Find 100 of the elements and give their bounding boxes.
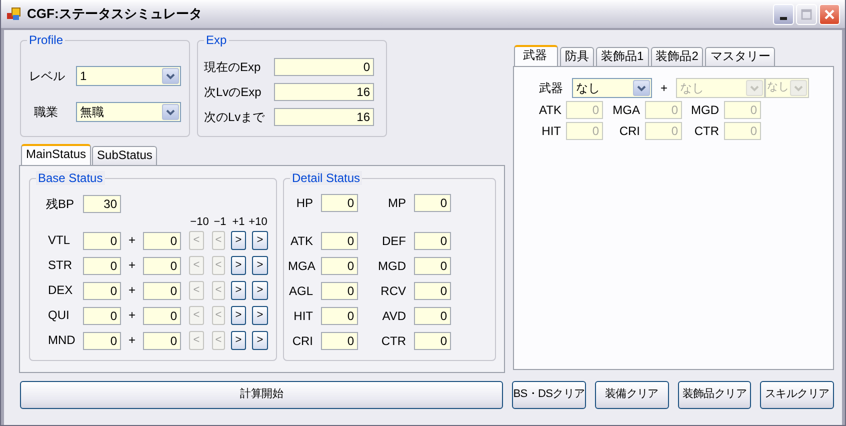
stat-label: HP [295, 196, 314, 210]
text-field[interactable]: 0 [143, 332, 181, 350]
text-field[interactable]: 0 [321, 332, 358, 350]
step-header: −1 [212, 216, 228, 229]
step-header: −10 [189, 216, 210, 229]
text-field[interactable]: 0 [143, 232, 181, 250]
minimize-icon [780, 16, 787, 20]
stat-label: HIT [540, 124, 562, 138]
stat-label: ATK [539, 102, 562, 118]
text-field[interactable]: 0 [83, 332, 121, 350]
text-field[interactable]: 0 [321, 282, 358, 300]
text-field[interactable]: 16 [274, 83, 374, 101]
text-field[interactable]: 30 [83, 195, 121, 213]
text-field[interactable]: 0 [414, 257, 451, 275]
stat-label: CTR [380, 334, 407, 348]
action-button[interactable]: 計算開始 [20, 381, 504, 409]
text-field[interactable]: 0 [83, 232, 121, 250]
stat-label: STR [47, 258, 73, 273]
field-label: 職業 [33, 104, 59, 120]
step-button[interactable]: > [252, 331, 268, 350]
step-button[interactable]: > [231, 281, 246, 300]
step-button[interactable]: > [231, 256, 246, 275]
step-button[interactable]: > [231, 306, 246, 325]
stat-label: MGD [690, 102, 720, 118]
tab[interactable]: 装飾品1 [596, 47, 649, 66]
stat-label: AVD [381, 308, 407, 324]
plus-sign: + [127, 283, 136, 298]
action-button[interactable]: BS・DSクリア [512, 381, 586, 409]
text-field[interactable]: 0 [83, 306, 121, 324]
stat-label: MND [47, 333, 76, 348]
plus-sign: + [659, 80, 668, 96]
stat-label: HIT [292, 308, 314, 324]
group-title: Profile [27, 33, 66, 48]
step-button[interactable]: > [252, 231, 268, 250]
step-button[interactable]: > [252, 281, 268, 300]
text-field[interactable]: 16 [274, 108, 374, 126]
stat-label: VTL [47, 233, 72, 248]
text-field[interactable]: 0 [414, 232, 451, 250]
text-field[interactable]: 0 [143, 282, 181, 300]
close-icon [824, 8, 835, 20]
text-field[interactable]: 0 [321, 257, 358, 275]
stat-label: MGD [377, 258, 407, 274]
dropdown[interactable]: 無職 [76, 102, 181, 122]
tab[interactable]: MainStatus [21, 144, 92, 165]
stat-label: AGL [288, 284, 314, 298]
tab[interactable]: マスタリー [705, 47, 776, 66]
dropdown[interactable]: なし [572, 78, 652, 98]
field-label: 現在のExp [204, 60, 262, 74]
text-field[interactable]: 0 [414, 307, 451, 325]
step-button[interactable]: > [231, 231, 246, 250]
tab[interactable]: 防具 [560, 47, 594, 66]
step-header: +1 [231, 216, 246, 229]
plus-sign: + [127, 333, 136, 348]
plus-sign: + [127, 258, 136, 273]
group-title: Base Status [36, 171, 105, 186]
field-label: 残BP [46, 196, 76, 212]
text-field[interactable]: 0 [321, 194, 358, 212]
field-label: レベル [29, 68, 66, 84]
dropdown[interactable]: 1 [76, 66, 181, 86]
plus-sign: + [127, 308, 136, 323]
text-field[interactable]: 0 [83, 282, 121, 300]
action-button[interactable]: 装飾品クリア [678, 381, 752, 409]
tab[interactable]: 装飾品2 [650, 47, 704, 66]
stat-label: CRI [618, 124, 641, 138]
tab[interactable]: 武器 [514, 45, 558, 66]
tab[interactable]: SubStatus [92, 146, 158, 165]
stat-label: MP [387, 196, 407, 210]
field-label: 武器 [539, 80, 564, 96]
step-button[interactable]: > [231, 331, 246, 350]
step-header: +10 [248, 216, 268, 229]
text-field[interactable]: 0 [321, 307, 358, 325]
group-title: Detail Status [290, 171, 362, 186]
field-label: 次のLvまで [204, 110, 266, 124]
group-title: Exp [204, 33, 229, 48]
text-field[interactable]: 0 [414, 332, 451, 350]
close-button[interactable] [819, 4, 840, 24]
stat-label: DEX [47, 283, 74, 298]
window-title: CGF:ステータスシミュレータ [27, 6, 203, 22]
text-field[interactable]: 0 [143, 256, 181, 274]
plus-sign: + [127, 233, 136, 248]
text-field[interactable]: 0 [321, 232, 358, 250]
text-field[interactable]: 0 [414, 282, 451, 300]
action-button[interactable]: スキルクリア [760, 381, 834, 409]
stat-label: CRI [291, 334, 314, 348]
stat-label: MGA [612, 102, 641, 118]
text-field[interactable]: 0 [83, 256, 121, 274]
stat-label: MGA [288, 258, 316, 274]
field-label: 次LvのExp [204, 84, 262, 100]
stat-label: QUI [47, 308, 70, 323]
minimize-button[interactable] [773, 4, 794, 24]
app-icon [6, 6, 22, 22]
step-button[interactable]: > [252, 256, 268, 275]
text-field[interactable]: 0 [414, 194, 451, 212]
text-field[interactable]: 0 [274, 58, 374, 76]
stat-label: CTR [693, 124, 720, 138]
step-button[interactable]: > [252, 306, 268, 325]
text-field[interactable]: 0 [143, 306, 181, 324]
maximize-icon [801, 8, 812, 20]
stat-label: RCV [380, 284, 407, 298]
action-button[interactable]: 装備クリア [594, 381, 669, 409]
